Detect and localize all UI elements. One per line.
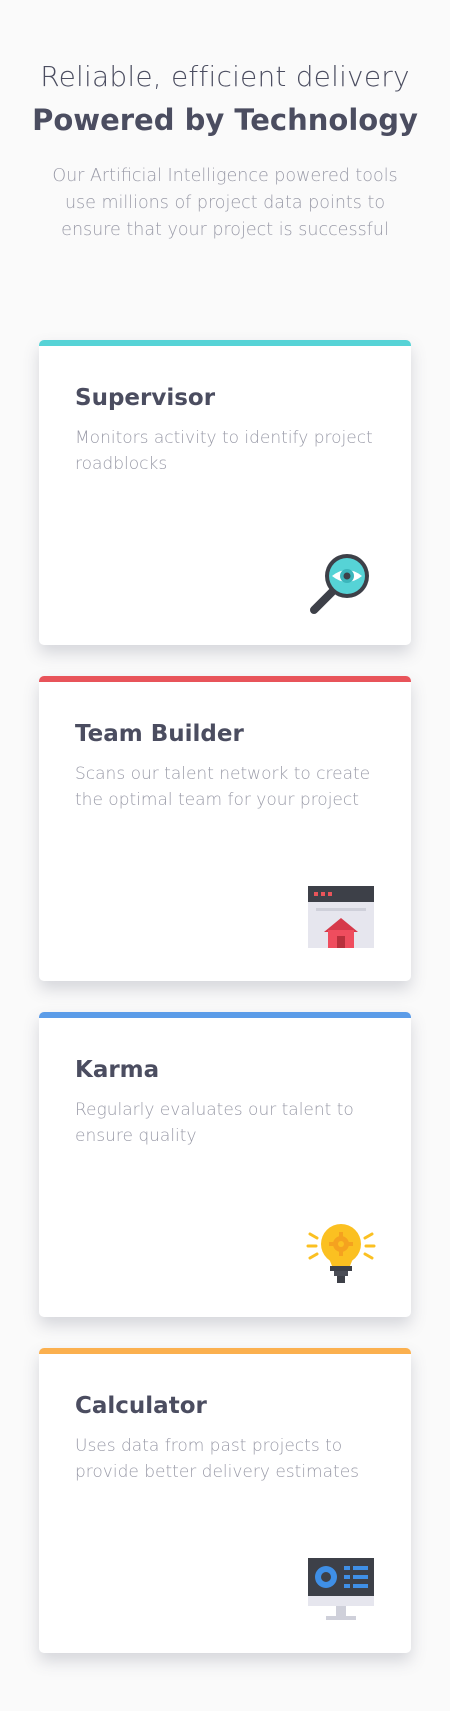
card-title: Supervisor	[75, 385, 216, 411]
card-description: Scans our talent network to create the o…	[75, 764, 371, 810]
card-accent-bar	[39, 1348, 411, 1354]
hero-subtitle: Our Artificial Intelligence powered tool…	[52, 166, 398, 240]
browser-home-icon	[308, 886, 374, 948]
feature-card-supervisor: Supervisor Monitors activity to identify…	[39, 340, 411, 645]
card-title: Karma	[75, 1057, 160, 1083]
card-accent-bar	[39, 676, 411, 682]
feature-card-calculator: Calculator Uses data from past projects …	[39, 1348, 411, 1653]
card-description: Monitors activity to identify project ro…	[75, 428, 373, 474]
monitor-chart-icon	[308, 1558, 374, 1620]
hero-title-bold: Powered by Technology	[32, 103, 418, 137]
lightbulb-gear-icon	[306, 1224, 376, 1283]
feature-card-team-builder: Team Builder Scans our talent network to…	[39, 676, 411, 981]
card-description: Uses data from past projects to provide …	[75, 1436, 360, 1482]
magnifier-eye-icon	[310, 554, 369, 614]
card-accent-bar	[39, 1012, 411, 1018]
card-title: Team Builder	[75, 721, 244, 747]
card-description: Regularly evaluates our talent to ensure…	[75, 1100, 354, 1146]
card-title: Calculator	[75, 1393, 207, 1419]
feature-card-karma: Karma Regularly evaluates our talent to …	[39, 1012, 411, 1317]
hero-title-light: Reliable, efficient delivery	[40, 60, 410, 93]
card-accent-bar	[39, 340, 411, 346]
